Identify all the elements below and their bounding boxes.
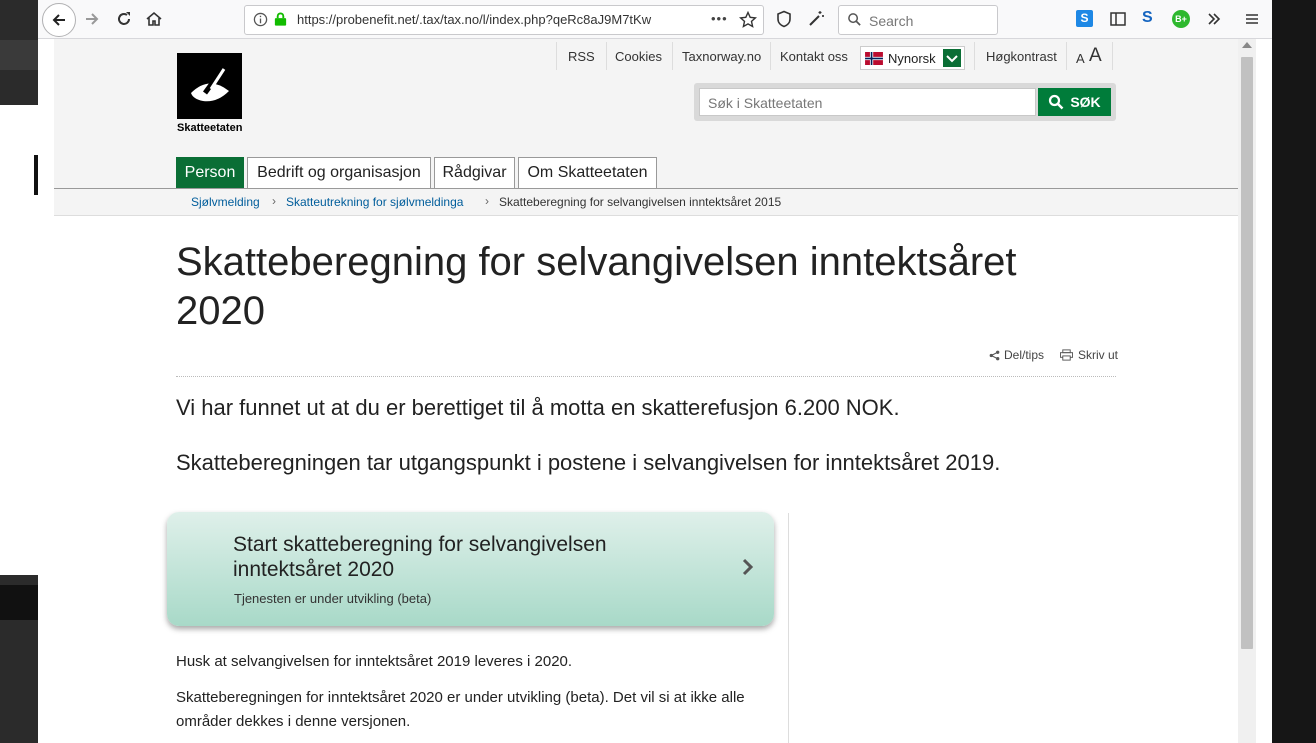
lock-icon [274,12,287,26]
search-icon [848,13,861,26]
tab-radgivar[interactable]: Rådgivar [434,157,515,188]
logo-emblem-icon [191,68,229,102]
breadcrumb-item-sjolvmelding[interactable]: Sjølvmelding [191,195,260,209]
high-contrast-link[interactable]: Høgkontrast [986,49,1057,64]
rss-link[interactable]: RSS [568,49,595,64]
language-select[interactable]: Nynorsk [860,46,965,70]
share-icon [989,350,1000,360]
home-button[interactable] [140,5,168,33]
separator [606,42,607,70]
reload-button[interactable] [110,5,138,33]
deadline-note: Husk at selvangivelsen for inntektsåret … [176,653,573,670]
separator [974,42,975,70]
font-larger-button[interactable]: A [1089,45,1102,67]
back-button[interactable] [42,3,76,37]
site-search-button[interactable]: SØK [1038,88,1111,116]
skatteetaten-logo[interactable] [177,53,242,119]
site-search: Søk i Skatteetaten SØK [694,83,1116,121]
overflow-menu-button[interactable] [1200,5,1228,33]
search-icon [1049,94,1064,110]
basis-message: Skatteberegningen tar utgangspunkt i pos… [176,450,1001,475]
url-bar[interactable]: https://probenefit.net/.tax/tax.no/l/ind… [244,5,764,35]
printer-icon [1060,349,1073,361]
refund-message: Vi har funnet ut at du er berettiget til… [176,395,900,420]
scroll-thumb[interactable] [1241,57,1253,649]
start-card-subtitle: Tjenesten er under utvikling (beta) [234,591,432,606]
shield-icon [777,10,791,28]
tracking-protection-button[interactable] [770,5,798,33]
site-search-button-label: SØK [1070,94,1101,110]
s-extension-icon[interactable]: S [1142,9,1153,27]
start-calculation-button[interactable]: Start skatteberegning for selvangivelsen… [167,512,774,626]
chevron-right-icon: › [272,194,276,208]
hamburger-icon [1246,14,1258,24]
language-label: Nynorsk [888,51,936,66]
page-title: Skatteberegning for selvangivelsen innte… [176,240,1017,333]
start-card-title: Start skatteberegning for selvangivelsen… [233,533,607,581]
web-page: RSS Cookies Taxnorway.no Kontakt oss Nyn… [54,39,1238,743]
chevron-down-icon [943,49,961,67]
background-window-right [1272,0,1316,743]
breadcrumb: Sjølvmelding › Skatteutrekning for sjølv… [54,189,1238,216]
main-content: Skatteberegning for selvangivelsen innte… [54,216,1238,743]
chevron-right-icon [742,558,754,576]
background-window-left [0,0,38,743]
url-text[interactable]: https://probenefit.net/.tax/tax.no/l/ind… [297,12,697,27]
arrow-right-icon [86,13,99,25]
extension-button[interactable] [802,5,830,33]
separator [556,42,557,70]
bplus-extension-icon[interactable]: B+ [1172,10,1190,28]
magic-wand-icon [809,11,824,26]
browser-window: https://probenefit.net/.tax/tax.no/l/ind… [38,0,1272,743]
browser-toolbar: https://probenefit.net/.tax/tax.no/l/ind… [38,0,1272,39]
print-link[interactable]: Skriv ut [1060,348,1118,362]
print-label: Skriv ut [1078,348,1119,362]
share-link[interactable]: Del/tips [989,348,1044,362]
separator [1066,42,1067,70]
logo-text: Skatteetaten [177,122,243,134]
divider [176,376,1116,377]
share-label: Del/tips [1004,348,1045,362]
separator [1112,42,1113,70]
sidebar-icon [1110,12,1126,26]
norway-flag-icon [865,52,883,65]
home-icon [146,11,162,26]
chevron-right-icon: › [485,194,489,208]
browser-search-box[interactable]: Search [838,5,998,35]
separator [770,42,771,70]
double-chevron-right-icon [1208,13,1221,25]
sidebar-button[interactable] [1104,5,1132,33]
arrow-left-icon [52,14,65,26]
beta-note: Skatteberegningen for inntektsåret 2020 … [176,689,745,730]
reload-icon [118,12,130,25]
tab-om-skatteetaten[interactable]: Om Skatteetaten [518,157,657,188]
bookmark-star-icon[interactable] [739,11,757,29]
info-icon[interactable] [253,12,268,27]
tab-bedrift[interactable]: Bedrift og organisasjon [247,157,431,188]
separator [672,42,673,70]
cookies-link[interactable]: Cookies [615,49,662,64]
font-smaller-button[interactable]: A [1076,51,1085,66]
contact-link[interactable]: Kontakt oss [780,49,848,64]
skype-extension-icon[interactable]: S [1076,10,1093,27]
search-placeholder: Search [869,13,914,29]
page-scrollbar[interactable] [1238,39,1256,743]
forward-button[interactable] [78,5,106,33]
site-search-input[interactable]: Søk i Skatteetaten [699,88,1036,116]
column-divider [788,513,789,743]
scroll-up-arrow[interactable] [1242,42,1252,48]
page-actions-icon[interactable]: ••• [711,11,728,26]
breadcrumb-item-skatteutrekning[interactable]: Skatteutrekning for sjølvmeldinga [286,195,463,209]
tab-person[interactable]: Person [176,157,244,188]
breadcrumb-item-current: Skatteberegning for selvangivelsen innte… [499,195,782,209]
taxnorway-link[interactable]: Taxnorway.no [682,49,761,64]
hamburger-menu-button[interactable] [1238,5,1266,33]
